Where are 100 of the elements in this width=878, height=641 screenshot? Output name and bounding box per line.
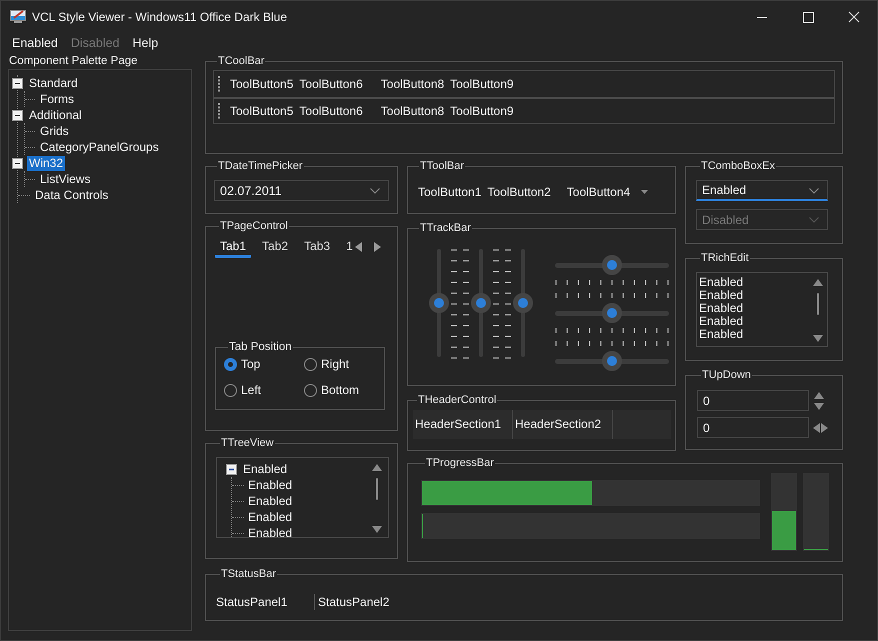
tree-item[interactable]: Enabled — [241, 462, 290, 476]
window-title: VCL Style Viewer - Windows11 Office Dark Blue — [32, 10, 288, 24]
group-title: TToolBar — [419, 160, 466, 172]
tree-item[interactable]: Enabled — [246, 478, 294, 492]
status-text: StatusPanel2 — [318, 594, 390, 610]
combo-box[interactable]: Enabled — [696, 180, 828, 201]
text-line: Enabled — [699, 328, 744, 341]
tab[interactable]: Tab3 — [299, 236, 336, 258]
chevron-down-icon[interactable] — [809, 188, 819, 194]
group-title: TDateTimePicker — [217, 160, 304, 172]
tool-button[interactable]: ToolButton9 — [447, 104, 517, 118]
palette-label: Component Palette Page — [9, 54, 138, 69]
number-field[interactable]: 0 — [697, 417, 809, 438]
tree-item[interactable]: ListViews — [38, 172, 92, 186]
collapse-icon[interactable] — [12, 110, 23, 120]
tree-connector — [18, 194, 30, 196]
date-field[interactable]: 02.07.2011 — [214, 180, 389, 201]
tool-button[interactable]: ToolButton5 — [227, 77, 296, 91]
tree-connector — [25, 178, 35, 180]
radio-button[interactable] — [304, 358, 317, 370]
group-title: TCoolBar — [217, 55, 266, 67]
header-section[interactable]: HeaderSection2 — [513, 410, 613, 439]
scroll-right-icon[interactable] — [372, 242, 381, 252]
slider-thumb[interactable] — [471, 293, 491, 313]
tab[interactable]: Tab1 — [215, 236, 252, 258]
scroll-down-icon[interactable] — [372, 526, 382, 533]
tree-item[interactable]: Data Controls — [33, 188, 110, 202]
tree-connector — [232, 500, 244, 502]
group-title: TTreeView — [220, 437, 275, 449]
group-title: TPageControl — [219, 220, 289, 232]
scroll-left-icon[interactable] — [354, 242, 363, 252]
tree-item[interactable]: Enabled — [246, 526, 294, 537]
tool-button[interactable]: ToolButton8 — [378, 104, 448, 118]
tree-item[interactable]: Win32 — [27, 156, 66, 170]
slider-thumb[interactable] — [602, 255, 622, 275]
menu-item[interactable]: Enabled — [12, 36, 58, 50]
radio-label[interactable]: Right — [321, 357, 350, 371]
group-title: TComboBoxEx — [700, 160, 776, 172]
number-field[interactable]: 0 — [697, 390, 809, 411]
scrollbar-thumb[interactable] — [817, 293, 819, 315]
collapse-icon[interactable] — [12, 158, 23, 168]
group-title: TProgressBar — [425, 457, 495, 469]
text-line: Enabled — [699, 289, 744, 302]
scroll-down-icon[interactable] — [813, 335, 823, 342]
tree-item[interactable]: Enabled — [246, 510, 294, 524]
tree-connector — [232, 484, 244, 486]
menu-item[interactable]: Help — [132, 36, 158, 50]
tool-button[interactable]: ToolButton9 — [447, 77, 517, 91]
tool-button[interactable]: ToolButton8 — [378, 77, 448, 91]
radio-button[interactable] — [304, 384, 317, 396]
radio-label[interactable]: Top — [241, 357, 260, 371]
status-text: StatusPanel1 — [216, 594, 315, 610]
text-line: Enabled — [699, 315, 744, 328]
slider-thumb[interactable] — [602, 303, 622, 323]
tree-connector — [25, 98, 35, 100]
slider-thumb[interactable] — [513, 293, 533, 313]
tab[interactable]: 1 — [341, 236, 353, 258]
collapse-icon[interactable] — [226, 464, 237, 474]
tree-connector — [25, 130, 35, 132]
group-title: THeaderControl — [417, 394, 498, 406]
grip-icon[interactable] — [218, 76, 221, 92]
tab[interactable]: Tab2 — [257, 236, 294, 258]
tree-item[interactable]: Standard — [27, 76, 80, 90]
collapse-icon[interactable] — [12, 78, 23, 88]
radio-label[interactable]: Left — [241, 383, 262, 397]
radio-button[interactable] — [224, 384, 237, 396]
tree-item[interactable]: Additional — [27, 108, 84, 122]
tool-button[interactable]: ToolButton1 — [415, 185, 484, 199]
group-title: Tab Position — [228, 341, 293, 353]
tool-button[interactable]: ToolButton5 — [227, 104, 296, 118]
slider-thumb[interactable] — [429, 293, 449, 313]
radio-label[interactable]: Bottom — [321, 383, 360, 397]
tool-button[interactable]: ToolButton4 — [564, 185, 634, 199]
chevron-down-icon[interactable] — [370, 188, 380, 194]
rich-edit[interactable]: Enabled Enabled Enabled Enabled Enabled — [696, 272, 828, 347]
text-line: Enabled — [699, 276, 744, 289]
scroll-up-icon[interactable] — [813, 279, 823, 286]
tool-button[interactable]: ToolButton2 — [484, 185, 554, 199]
group-title: TTrackBar — [419, 222, 472, 234]
tool-button[interactable]: ToolButton6 — [296, 77, 366, 91]
up-down-arrows-icon[interactable] — [813, 390, 825, 410]
tree-item[interactable]: CategoryPanelGroups — [38, 140, 161, 154]
grip-icon[interactable] — [218, 103, 221, 119]
tree-connector — [232, 516, 244, 518]
tree-item[interactable]: Enabled — [246, 494, 294, 508]
tree-connector — [25, 146, 35, 148]
tree-item[interactable]: Forms — [38, 92, 76, 106]
dropdown-arrow-icon[interactable] — [641, 190, 648, 194]
radio-button[interactable] — [224, 358, 237, 370]
group-title: TStatusBar — [220, 568, 278, 580]
scroll-up-icon[interactable] — [372, 464, 382, 471]
tree-item[interactable]: Grids — [38, 124, 71, 138]
tool-button[interactable]: ToolButton6 — [296, 104, 366, 118]
tree-connector — [232, 532, 244, 534]
left-right-arrows-icon[interactable] — [813, 422, 828, 432]
header-section[interactable]: HeaderSection1 — [413, 410, 513, 439]
scrollbar-thumb[interactable] — [376, 478, 378, 500]
slider-thumb[interactable] — [602, 351, 622, 371]
text-line: Enabled — [699, 302, 744, 315]
group-title: TRichEdit — [700, 252, 750, 264]
